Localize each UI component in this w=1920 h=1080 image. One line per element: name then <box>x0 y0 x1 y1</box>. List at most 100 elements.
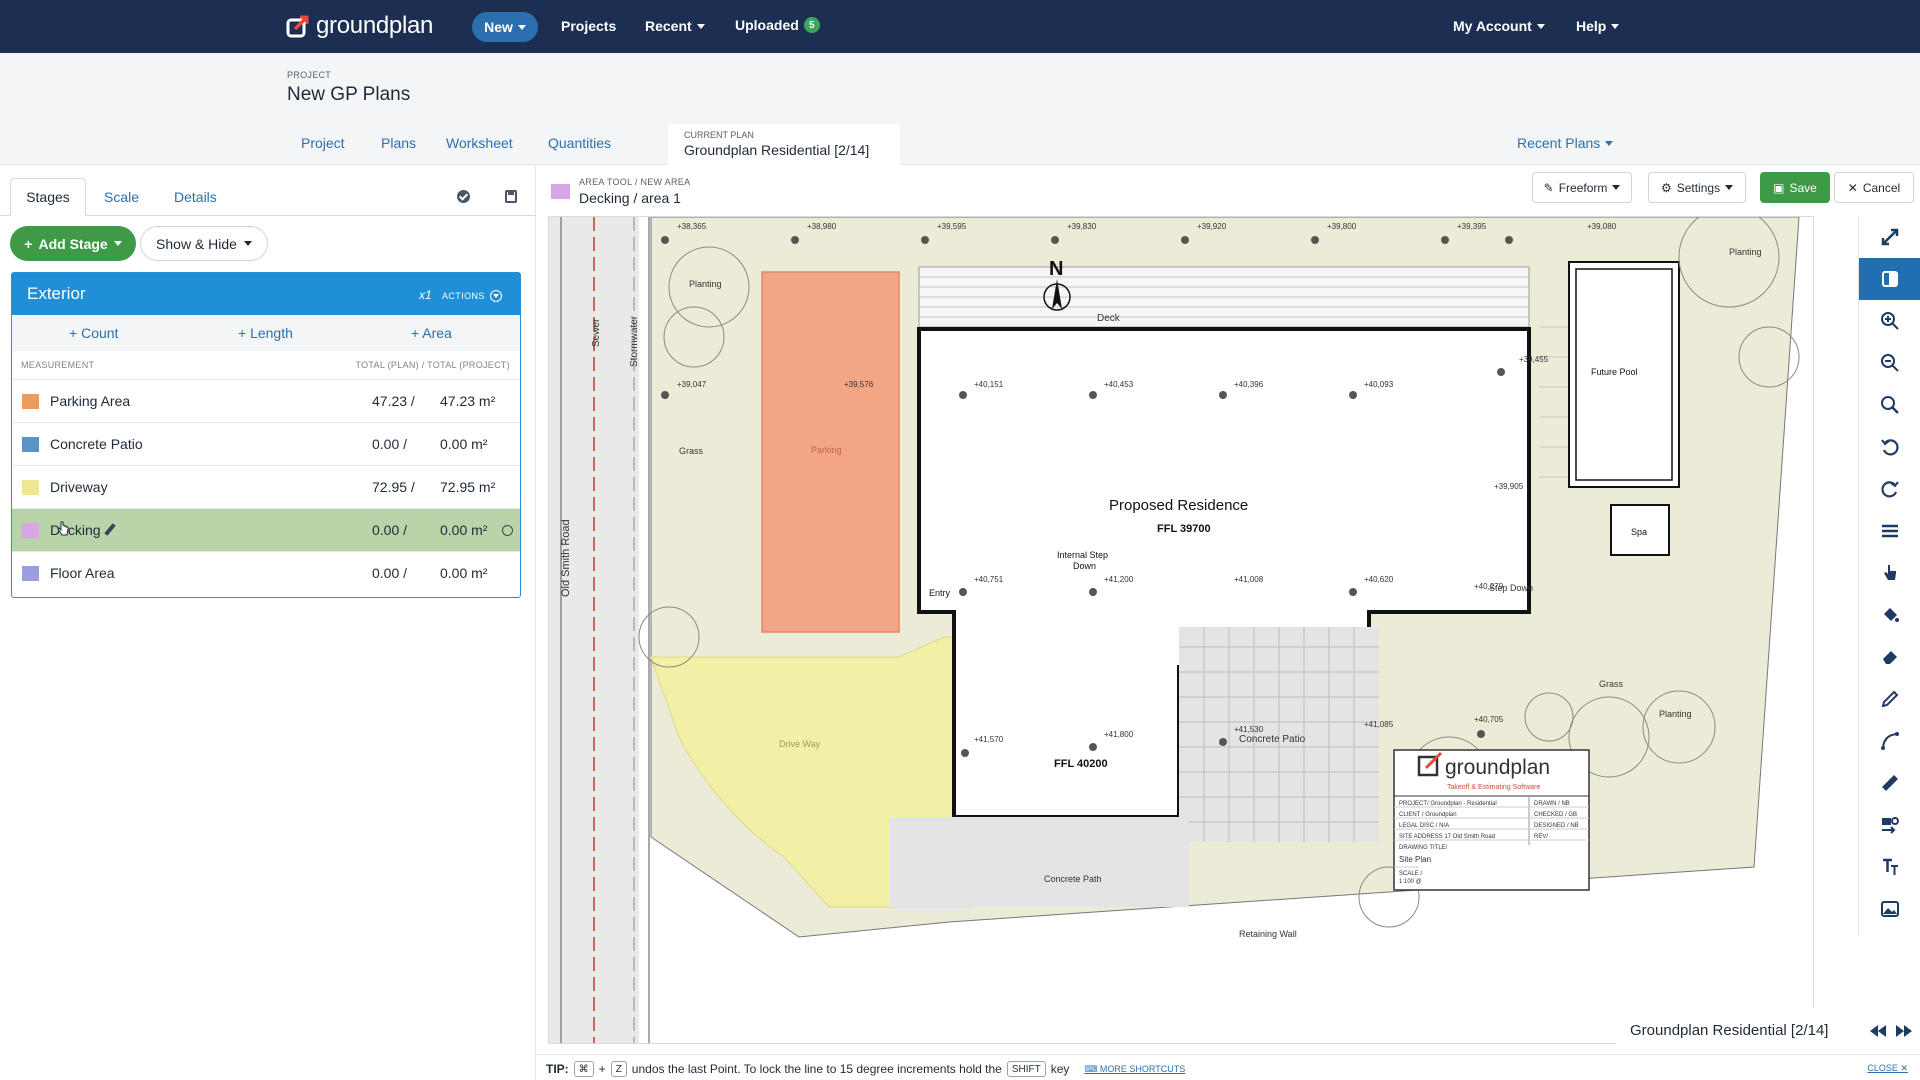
concrete-path-label: Concrete Path <box>1044 874 1102 884</box>
pointer-hand-icon[interactable] <box>1859 552 1920 594</box>
row-menu-icon[interactable] <box>502 525 513 536</box>
ffl-lower-label: FFL 40200 <box>1054 758 1108 770</box>
add-stage-label: Add Stage <box>38 235 108 252</box>
more-shortcuts-link[interactable]: ⌨ MORE SHORTCUTS <box>1084 1064 1185 1075</box>
undo-icon[interactable] <box>1859 426 1920 468</box>
close-tip-link[interactable]: CLOSE ✕ <box>1867 1063 1908 1074</box>
add-area-button[interactable]: + Area <box>411 325 452 341</box>
measurement-row[interactable]: Floor Area 0.00 / 0.00 m² <box>12 551 520 594</box>
projects-link[interactable]: Projects <box>561 18 616 34</box>
plus-icon: + <box>24 235 33 252</box>
grass-label: Grass <box>1599 679 1624 689</box>
save-button[interactable]: ▣ Save <box>1760 172 1830 203</box>
tab-details[interactable]: Details <box>174 189 217 205</box>
pencil-icon[interactable] <box>1859 678 1920 720</box>
cancel-button[interactable]: ✕ Cancel <box>1834 172 1914 203</box>
planting-label: Planting <box>1659 709 1692 719</box>
tab-quantities[interactable]: Quantities <box>548 135 611 151</box>
add-length-button[interactable]: + Length <box>238 325 293 341</box>
svg-text:+39,920: +39,920 <box>1197 222 1227 231</box>
tab-plans[interactable]: Plans <box>381 135 416 151</box>
svg-text:LEGAL DISC / N/A: LEGAL DISC / N/A <box>1399 823 1449 829</box>
measurement-project-total: 47.23 m² <box>440 393 496 409</box>
internal-step-label: Internal Step <box>1057 550 1108 560</box>
planting-label: Planting <box>689 279 722 289</box>
zoom-in-icon[interactable] <box>1859 300 1920 342</box>
measurement-header: MEASUREMENT TOTAL (PLAN) / TOTAL (PROJEC… <box>12 351 520 379</box>
close-tip-label: CLOSE <box>1867 1063 1898 1073</box>
help-menu[interactable]: Help <box>1576 18 1620 34</box>
plus-icon: + <box>238 325 251 341</box>
add-count-button[interactable]: + Count <box>69 325 118 341</box>
recent-menu[interactable]: Recent <box>645 18 705 34</box>
ruler-icon[interactable] <box>1859 762 1920 804</box>
freeform-label: Freeform <box>1558 180 1608 195</box>
measurement-name: Driveway <box>50 479 108 495</box>
z-key: Z <box>610 1061 627 1077</box>
my-account-menu[interactable]: My Account <box>1453 18 1545 34</box>
new-menu-button[interactable]: New <box>472 12 538 42</box>
next-plan-icon[interactable] <box>1896 1025 1912 1037</box>
measurement-row[interactable]: Driveway 72.95 / 72.95 m² <box>12 465 520 508</box>
check-circle-icon[interactable] <box>457 190 470 203</box>
eraser-icon[interactable] <box>1859 636 1920 678</box>
paint-bucket-icon[interactable] <box>1859 594 1920 636</box>
measurement-color-swatch <box>22 394 39 409</box>
groundplan-logo[interactable]: groundplan <box>286 12 433 40</box>
redo-icon[interactable] <box>1859 468 1920 510</box>
pencil-icon: ✎ <box>1543 180 1554 195</box>
zoom-out-icon[interactable] <box>1859 342 1920 384</box>
edit-pencil-icon[interactable] <box>104 523 116 536</box>
panel-toggle-icon[interactable] <box>1859 258 1920 300</box>
tip-prefix: TIP: <box>546 1062 569 1076</box>
search-icon[interactable] <box>1859 384 1920 426</box>
list-icon[interactable] <box>1859 510 1920 552</box>
recent-plans-menu[interactable]: Recent Plans <box>1517 135 1614 151</box>
curve-tool-icon[interactable] <box>1859 720 1920 762</box>
plan-navigator: Groundplan Residential [2/14] <box>1616 1008 1920 1054</box>
svg-text:SCALE /: SCALE / <box>1399 871 1422 877</box>
show-hide-label: Show & Hide <box>156 235 237 252</box>
freeform-mode-button[interactable]: ✎ Freeform <box>1532 172 1632 203</box>
svg-text:+39,576: +39,576 <box>844 380 874 389</box>
save-disk-icon[interactable] <box>505 190 517 203</box>
current-plan-label: CURRENT PLAN <box>684 130 754 140</box>
image-icon[interactable] <box>1859 888 1920 930</box>
entry-label: Entry <box>929 588 951 598</box>
caret-down-icon <box>696 23 705 29</box>
shapes-icon[interactable] <box>1859 804 1920 846</box>
svg-text:+41,530: +41,530 <box>1234 725 1264 734</box>
show-hide-button[interactable]: Show & Hide <box>140 226 268 261</box>
measurement-color-swatch <box>22 437 39 452</box>
svg-text:DRAWING TITLE/: DRAWING TITLE/ <box>1399 845 1448 851</box>
uploaded-link[interactable]: Uploaded 5 <box>735 17 820 33</box>
site-plan-drawing[interactable]: Old Smith Road Sewer Stormwater Deck Par… <box>549 217 1814 1044</box>
add-stage-button[interactable]: + Add Stage <box>10 226 136 261</box>
new-label: New <box>484 19 513 35</box>
save-label: Save <box>1789 180 1817 195</box>
concrete-patio-label: Concrete Patio <box>1239 734 1306 745</box>
stage-multiplier[interactable]: x1 <box>419 288 432 302</box>
recent-label: Recent <box>645 18 692 34</box>
measurement-row[interactable]: Concrete Patio 0.00 / 0.00 m² <box>12 422 520 465</box>
caret-down-icon <box>113 241 122 246</box>
measurement-row-selected[interactable]: Decking 0.00 / 0.00 m² <box>12 508 520 551</box>
text-tool-icon[interactable] <box>1859 846 1920 888</box>
tab-stages[interactable]: Stages <box>10 178 86 216</box>
tab-project[interactable]: Project <box>301 135 345 151</box>
expand-icon[interactable] <box>1859 216 1920 258</box>
stage-actions-menu[interactable]: ACTIONS <box>442 290 502 302</box>
previous-plan-icon[interactable] <box>1870 1025 1886 1037</box>
measurement-col-label: MEASUREMENT <box>21 360 95 370</box>
tab-scale[interactable]: Scale <box>104 189 139 205</box>
tab-worksheet[interactable]: Worksheet <box>446 135 513 151</box>
stage-header[interactable]: Exterior x1 ACTIONS <box>12 273 520 315</box>
svg-text:CHECKED / GB: CHECKED / GB <box>1534 812 1577 818</box>
current-plan-tab[interactable]: CURRENT PLAN Groundplan Residential [2/1… <box>668 124 900 165</box>
plan-canvas[interactable]: Old Smith Road Sewer Stormwater Deck Par… <box>548 216 1814 1044</box>
measurement-row[interactable]: Parking Area 47.23 / 47.23 m² <box>12 379 520 422</box>
settings-button[interactable]: ⚙ Settings <box>1648 172 1746 203</box>
stormwater-label: Stormwater <box>629 315 640 367</box>
caret-down-icon <box>243 241 252 246</box>
svg-text:+39,595: +39,595 <box>937 222 967 231</box>
